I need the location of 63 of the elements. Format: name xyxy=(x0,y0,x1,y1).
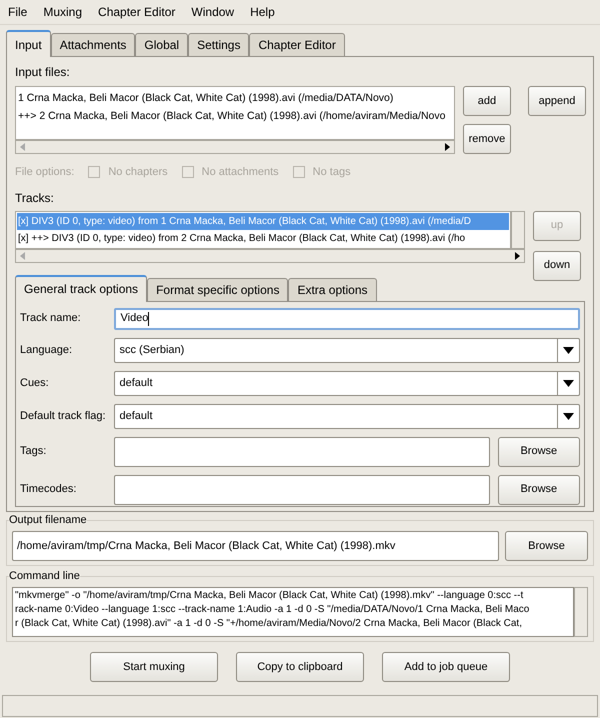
tab[interactable]: Extra options xyxy=(288,278,376,300)
caret-icon xyxy=(563,380,574,386)
left-arrow-icon xyxy=(20,143,25,151)
right-arrow-icon xyxy=(444,143,450,151)
file-button[interactable]: append xyxy=(528,86,586,116)
menu-item[interactable]: Help xyxy=(250,3,275,21)
field-label: Cues: xyxy=(20,376,50,391)
field-label: Tags: xyxy=(20,444,48,460)
tab[interactable]: Input xyxy=(6,30,51,57)
command-line: r (Black Cat, White Cat) (1998).avi" -a 1 -d 0 -S "+/home/aviram/Media/Novo/2 Crna Macka, Beli Macor (Black Cat, xyxy=(15,617,523,631)
file-button[interactable]: remove xyxy=(462,124,511,154)
track-item[interactable]: [x] ++> DIV3 (ID 0, type: video) from 2 Crna Macka, Beli Macor (Black Cat, White Cat) (1998).avi (/ho xyxy=(17,230,509,246)
menu-item[interactable]: Chapter Editor xyxy=(98,3,176,21)
command-line: rack-name 0:Video --language 1:scc --track-name 1:Audio -a 1 -d 0 -S "/media/DATA/Novo/1 Crna Macka, Beli Maco xyxy=(15,603,530,617)
caret-icon xyxy=(563,412,574,420)
file-options-label: File options: xyxy=(15,165,74,180)
command-text[interactable] xyxy=(12,587,574,637)
menu-item[interactable]: Muxing xyxy=(43,3,82,21)
field-label: Default track flag: xyxy=(20,408,107,424)
tab[interactable]: General track options xyxy=(15,274,148,302)
horizontal-scrollbar[interactable] xyxy=(15,140,455,154)
tab[interactable]: Format specific options xyxy=(147,278,288,300)
checkbox-label: No chapters xyxy=(108,165,168,180)
input-files-list[interactable]: 1 Crna Macka, Beli Macor (Black Cat, White Cat) (1998).avi (/media/DATA/Novo) ++> 2 Crna Macka, Beli Macor (Black Cat, White Cat) (1998).avi (/home/aviram/Media/Novo xyxy=(15,86,455,140)
vertical-scrollbar[interactable] xyxy=(574,587,588,637)
output-field[interactable]: /home/aviram/tmp/Crna Macka, Beli Macor (Black Cat, White Cat) (1998).mkv xyxy=(12,531,499,561)
field-label: Language: xyxy=(20,342,73,358)
file-item[interactable]: 1 Crna Macka, Beli Macor (Black Cat, White Cat) (1998).avi (/media/DATA/Novo) xyxy=(18,89,452,107)
browse-button[interactable]: Browse xyxy=(505,531,588,561)
checkbox-label: No attachments xyxy=(202,165,279,180)
field-label: Track name: xyxy=(20,311,82,326)
tracks-label: Tracks: xyxy=(15,190,55,206)
action-button[interactable]: Add to job queue xyxy=(382,652,510,682)
track-button[interactable]: down xyxy=(533,250,581,280)
dropdown[interactable]: default xyxy=(114,404,580,428)
dropdown[interactable]: default xyxy=(114,370,580,396)
file-item[interactable]: ++> 2 Crna Macka, Beli Macor (Black Cat, White Cat) (1998).avi (/home/aviram/Media/Novo xyxy=(18,107,452,125)
browse-button[interactable]: Browse xyxy=(498,474,580,504)
tracks-list[interactable] xyxy=(15,210,511,248)
tab[interactable]: Settings xyxy=(188,33,250,56)
tab[interactable]: Chapter Editor xyxy=(249,33,345,56)
right-arrow-icon xyxy=(515,252,520,260)
command-line: "mkvmerge" -o "/home/aviram/tmp/Crna Macka, Beli Macor (Black Cat, White Cat) (1998).mkv" --language 0:scc --t xyxy=(15,589,524,603)
action-button[interactable]: Copy to clipboard xyxy=(236,652,364,682)
left-arrow-icon xyxy=(20,252,25,260)
menu-item[interactable]: File xyxy=(8,3,28,21)
text-field[interactable] xyxy=(114,474,490,504)
vertical-scrollbar[interactable] xyxy=(511,210,525,248)
file-button[interactable]: add xyxy=(462,86,511,116)
browse-button[interactable]: Browse xyxy=(498,436,580,466)
input-files-label: Input files: xyxy=(15,64,71,81)
caret-icon xyxy=(563,346,574,354)
horizontal-scrollbar[interactable] xyxy=(15,248,525,262)
action-button[interactable]: Start muxing xyxy=(90,652,218,682)
group-title: Output filename xyxy=(9,513,87,527)
field-label: Timecodes: xyxy=(20,482,78,498)
checkbox-label: No tags xyxy=(312,165,351,180)
tab[interactable]: Global xyxy=(135,33,188,56)
menu-item[interactable]: Window xyxy=(191,3,234,21)
text-field[interactable]: Video xyxy=(114,308,580,330)
text-field[interactable] xyxy=(114,436,490,466)
tab[interactable]: Attachments xyxy=(50,33,136,56)
dropdown[interactable]: scc (Serbian) xyxy=(114,338,580,362)
